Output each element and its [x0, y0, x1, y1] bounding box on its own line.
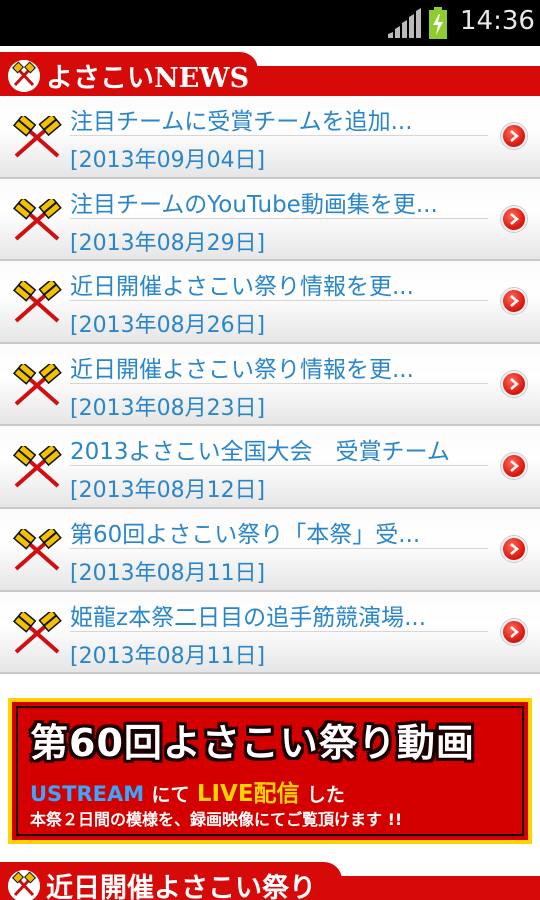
arrow-right-icon[interactable]: [501, 288, 527, 315]
header-tab: 近日開催よさこい祭り: [0, 862, 342, 900]
banner-nite: にて: [151, 784, 190, 806]
banner-ustream: USTREAM: [30, 782, 145, 806]
news-date: [2013年08月11日]: [70, 643, 266, 669]
divider: [70, 217, 488, 219]
upcoming-section-header: 近日開催よさこい祭り: [0, 862, 540, 900]
crossed-naruko-icon: [12, 611, 62, 654]
news-list: 注目チームに受賞チームを追加... [2013年09月04日] 注目チームのYo…: [0, 96, 540, 675]
crossed-naruko-icon: [8, 60, 40, 92]
news-date: [2013年09月04日]: [70, 148, 266, 173]
news-item[interactable]: 近日開催よさこい祭り情報を更... [2013年08月26日]: [0, 261, 540, 344]
arrow-right-icon[interactable]: [501, 453, 527, 480]
news-date: [2013年08月26日]: [70, 313, 266, 339]
crossed-naruko-icon: [12, 528, 62, 571]
news-item[interactable]: 注目チームのYouTube動画集を更... [2013年08月29日]: [0, 178, 540, 262]
divider: [70, 465, 488, 467]
status-bar: 14:36: [0, 0, 540, 46]
divider: [70, 135, 488, 136]
news-title: 2013よさこい全国大会 受賞チーム: [70, 439, 450, 466]
news-item[interactable]: 注目チームに受賞チームを追加... [2013年09月04日]: [0, 96, 540, 179]
arrow-right-icon[interactable]: [501, 205, 527, 232]
signal-icon: [388, 8, 421, 38]
news-date: [2013年08月11日]: [70, 560, 266, 586]
news-item[interactable]: 2013よさこい全国大会 受賞チーム [2013年08月12日]: [0, 426, 540, 509]
crossed-naruko-icon: [8, 870, 40, 900]
banner-live-line: USTREAM にて LIVE配信 した: [30, 774, 345, 808]
news-title: 近日開催よさこい祭り情報を更...: [70, 356, 414, 383]
divider: [70, 547, 488, 549]
banner-title: 第60回よさこい祭り動画: [30, 721, 475, 765]
crossed-naruko-icon: [12, 363, 62, 406]
news-title: 第60回よさこい祭り「本祭」受...: [70, 521, 421, 548]
arrow-right-icon[interactable]: [501, 618, 527, 645]
news-title: 姫龍z本祭二日目の追手筋競演場...: [70, 604, 427, 631]
arrow-right-icon[interactable]: [501, 123, 527, 149]
news-section-header: よさこいNEWS: [0, 52, 540, 100]
banner-live: LIVE配信: [196, 781, 300, 807]
news-date: [2013年08月29日]: [70, 230, 266, 256]
arrow-right-icon[interactable]: [501, 370, 527, 397]
clock: 14:36: [460, 6, 535, 36]
crossed-naruko-icon: [12, 116, 62, 158]
news-title: 近日開催よさこい祭り情報を更...: [70, 274, 414, 301]
video-banner[interactable]: 第60回よさこい祭り動画 USTREAM にて LIVE配信 した 本祭２日間の…: [8, 698, 532, 844]
news-item[interactable]: 姫龍z本祭二日目の追手筋競演場... [2013年08月11日]: [0, 591, 540, 675]
news-item[interactable]: 近日開催よさこい祭り情報を更... [2013年08月23日]: [0, 343, 540, 427]
divider: [70, 382, 488, 384]
divider: [70, 630, 488, 632]
banner-area: 第60回よさこい祭り動画 USTREAM にて LIVE配信 した 本祭２日間の…: [0, 692, 540, 852]
header-tab: よさこいNEWS: [0, 52, 258, 100]
crossed-naruko-icon: [12, 446, 62, 488]
news-title: 注目チームのYouTube動画集を更...: [70, 191, 438, 218]
section-title: よさこいNEWS: [46, 63, 250, 94]
divider: [70, 300, 488, 302]
crossed-naruko-icon: [12, 281, 62, 323]
news-date: [2013年08月23日]: [70, 395, 266, 421]
news-item[interactable]: 第60回よさこい祭り「本祭」受... [2013年08月11日]: [0, 508, 540, 592]
banner-shita: した: [306, 784, 345, 806]
news-date: [2013年08月12日]: [70, 478, 266, 504]
battery-charging-icon: [429, 7, 447, 39]
arrow-right-icon[interactable]: [501, 535, 527, 562]
section-title: 近日開催よさこい祭り: [46, 873, 316, 900]
crossed-naruko-icon: [12, 198, 62, 241]
news-title: 注目チームに受賞チームを追加...: [70, 109, 413, 135]
banner-subtitle: 本祭２日間の模様を、録画映像にてご覧頂けます !!: [30, 810, 403, 829]
